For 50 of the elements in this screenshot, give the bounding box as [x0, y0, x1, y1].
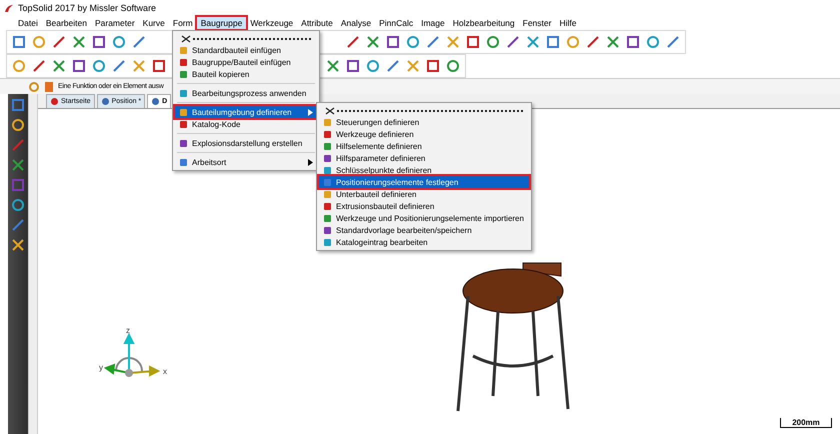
menu-item[interactable]: Standardbauteil einfügen: [175, 44, 317, 56]
menu-item[interactable]: Steuerungen definieren: [319, 116, 529, 128]
menu-item[interactable]: Werkzeuge und Positionierungselemente importieren: [319, 212, 529, 224]
menu-bar-item[interactable]: Attribute: [297, 17, 337, 29]
menu-item[interactable]: Hilfselemente definieren: [319, 140, 529, 152]
menu-bar-item[interactable]: Werkzeuge: [246, 17, 298, 29]
menu-item[interactable]: Extrusionsbauteil definieren: [319, 200, 529, 212]
menu-item[interactable]: Unterbauteil definieren: [319, 188, 529, 200]
menu-bar-item[interactable]: Parameter: [90, 17, 139, 29]
menu-bar-item[interactable]: Form: [168, 17, 197, 29]
menu-item-icon: [179, 138, 188, 148]
menu-bar-item[interactable]: Bearbeiten: [42, 17, 91, 29]
menu-bar-item[interactable]: PinnCalc: [375, 17, 418, 29]
scale-label: 200mm: [792, 418, 820, 427]
menu-bar-item[interactable]: Analyse: [336, 17, 376, 29]
menu-bar-item[interactable]: Baugruppe: [196, 17, 246, 29]
submenu-arrow-icon: [308, 158, 313, 166]
axis-label: z: [126, 326, 130, 335]
menu-item[interactable]: Positionierungselemente festlegen: [319, 176, 529, 188]
submenu-arrow-icon: [308, 108, 313, 116]
scissors-icon: [325, 106, 335, 114]
axis-label: y: [99, 363, 103, 372]
menu-bar-item[interactable]: Holzbearbeitung: [448, 17, 519, 29]
menu-item[interactable]: Bauteil kopieren: [175, 68, 317, 80]
menu-bar-item[interactable]: Kurve: [138, 17, 169, 29]
tab-icon: [151, 97, 160, 106]
menu-bar-item[interactable]: Image: [417, 17, 449, 29]
menu-item[interactable]: Standardvorlage bearbeiten/speichern: [319, 224, 529, 236]
axis-label: x: [163, 367, 167, 376]
menu-item[interactable]: Bauteilumgebung definieren: [175, 106, 317, 118]
menu-item[interactable]: Katalogeintrag bearbeiten: [319, 236, 529, 248]
scissors-icon: [181, 34, 191, 42]
menu-item[interactable]: Schlüsselpunkte definieren: [319, 164, 529, 176]
window-title: TopSolid 2017 by Missler Software: [18, 3, 156, 13]
menu-item[interactable]: Bearbeitungsprozess anwenden: [175, 87, 317, 99]
menu-bar-item[interactable]: Fenster: [518, 17, 556, 29]
menu-item-icon: [179, 158, 188, 166]
menu-item[interactable]: Werkzeuge definieren: [319, 128, 529, 140]
tab-icon: [50, 97, 59, 106]
app-logo-icon: [4, 4, 14, 12]
menu-item[interactable]: Baugruppe/Bauteil einfügen: [175, 56, 317, 68]
menu-item[interactable]: Explosionsdarstellung erstellen: [175, 137, 317, 149]
part-icon[interactable]: [43, 80, 55, 92]
menu-item[interactable]: Hilfsparameter definieren: [319, 152, 529, 164]
menu-bar-item[interactable]: Datei: [14, 17, 42, 29]
tab-icon: [100, 97, 110, 106]
menu-item[interactable]: Katalog-Kode: [175, 118, 317, 130]
menu-item-icon: [179, 88, 188, 98]
menu-bar-item[interactable]: Hilfe: [555, 17, 580, 29]
menu-item[interactable]: Arbeitsort: [175, 156, 317, 168]
